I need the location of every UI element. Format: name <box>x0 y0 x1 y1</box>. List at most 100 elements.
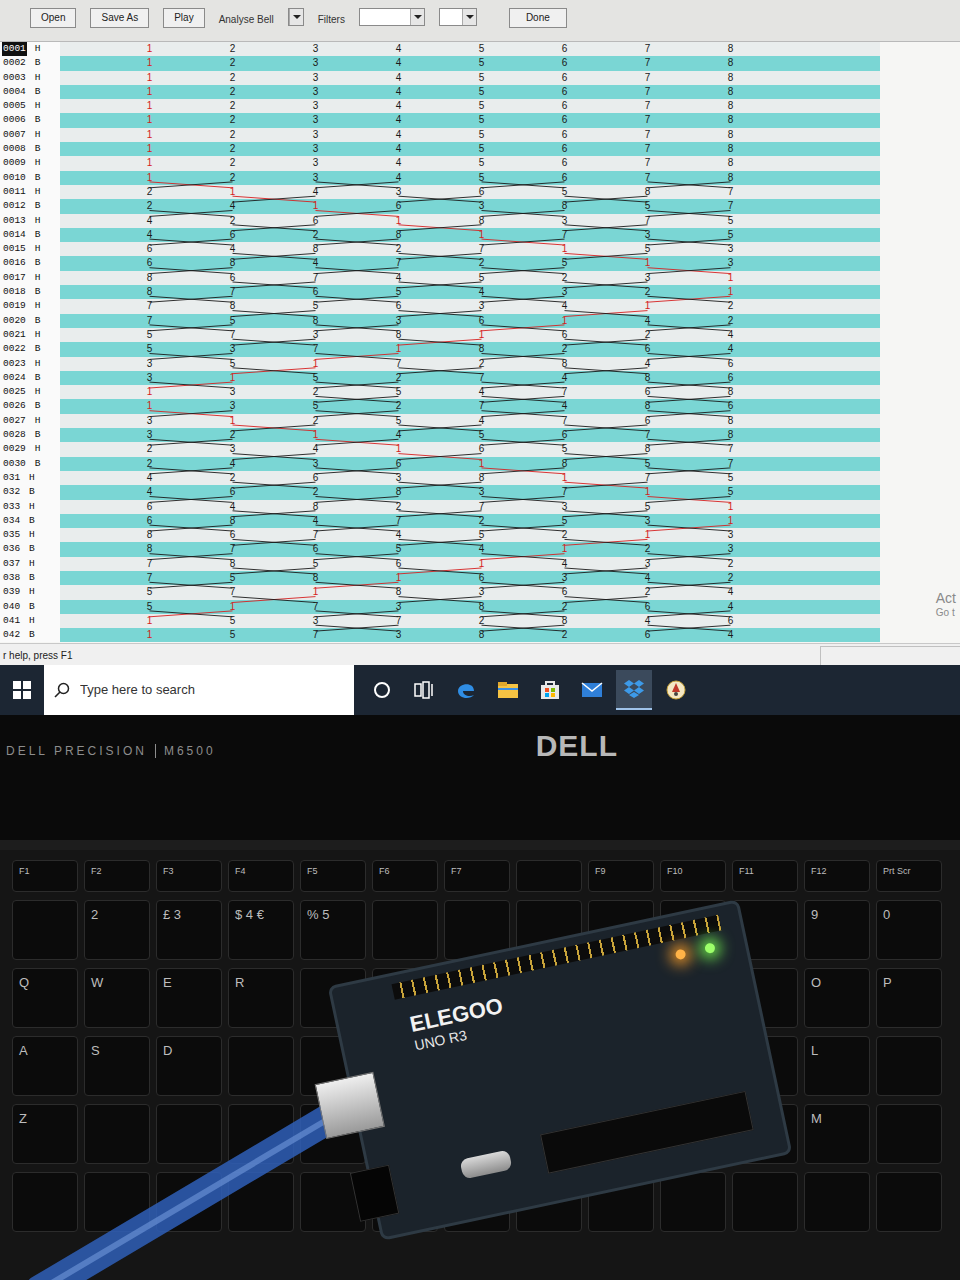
keyboard-key[interactable] <box>660 1172 726 1232</box>
row-number[interactable]: 0013 <box>2 214 27 228</box>
row-number[interactable]: 0014 <box>2 228 27 242</box>
keyboard-key[interactable] <box>372 900 438 960</box>
row-number[interactable]: 042 <box>2 628 21 642</box>
row-number[interactable]: 033 <box>2 500 21 514</box>
ring-row[interactable]: 0014B46281735 <box>0 228 960 242</box>
row-number[interactable]: 0002 <box>2 56 27 70</box>
filter-value-dropdown[interactable] <box>439 8 477 26</box>
row-number[interactable]: 032 <box>2 485 21 499</box>
row-number[interactable]: 037 <box>2 557 21 571</box>
ring-row[interactable]: 0004B12345678 <box>0 85 960 99</box>
toolbar-button[interactable]: Save As <box>90 8 149 28</box>
ring-row[interactable]: 0022B53718264 <box>0 342 960 356</box>
keyboard-key[interactable] <box>84 1104 150 1164</box>
keyboard-key[interactable]: F11 <box>732 860 798 892</box>
row-number[interactable]: 031 <box>2 471 21 485</box>
keyboard-key[interactable] <box>228 1172 294 1232</box>
row-number[interactable]: 038 <box>2 571 21 585</box>
ring-row[interactable]: 041H15372846 <box>0 614 960 628</box>
keyboard-key[interactable]: F10 <box>660 860 726 892</box>
row-number[interactable]: 0018 <box>2 285 27 299</box>
keyboard-key[interactable]: F6 <box>372 860 438 892</box>
keyboard-key[interactable]: F3 <box>156 860 222 892</box>
keyboard-key[interactable]: F1 <box>12 860 78 892</box>
row-number[interactable]: 041 <box>2 614 21 628</box>
row-number[interactable]: 034 <box>2 514 21 528</box>
ring-row[interactable]: 0003H12345678 <box>0 71 960 85</box>
ring-row[interactable]: 0030B24361857 <box>0 457 960 471</box>
keyboard-key[interactable]: R <box>228 968 294 1028</box>
ring-row[interactable]: 031H42638175 <box>0 471 960 485</box>
file-explorer-icon[interactable] <box>490 670 526 710</box>
keyboard-key[interactable] <box>804 1172 870 1232</box>
row-number[interactable]: 0007 <box>2 128 27 142</box>
ring-row[interactable]: 039H57183624 <box>0 585 960 599</box>
row-number[interactable]: 0009 <box>2 156 27 170</box>
row-number[interactable]: 0017 <box>2 271 27 285</box>
ring-row[interactable]: 0026B13527486 <box>0 399 960 413</box>
keyboard-key[interactable]: F5 <box>300 860 366 892</box>
mail-icon[interactable] <box>574 670 610 710</box>
row-number[interactable]: 0016 <box>2 256 27 270</box>
keyboard-key[interactable]: 0 <box>876 900 942 960</box>
ring-row[interactable]: 0001H12345678 <box>0 42 960 56</box>
keyboard-key[interactable] <box>84 1172 150 1232</box>
ring-row[interactable]: 0015H64827153 <box>0 242 960 256</box>
row-number[interactable]: 0010 <box>2 171 27 185</box>
keyboard-key[interactable]: Prt Scr <box>876 860 942 892</box>
keyboard-key[interactable] <box>732 1172 798 1232</box>
ring-row[interactable]: 0008B12345678 <box>0 142 960 156</box>
ring-row[interactable]: 0016B68472513 <box>0 256 960 270</box>
ring-row[interactable]: 0007H12345678 <box>0 128 960 142</box>
edge-browser-icon[interactable] <box>448 670 484 710</box>
keyboard-key[interactable] <box>876 1172 942 1232</box>
keyboard-key[interactable]: O <box>804 968 870 1028</box>
keyboard-key[interactable] <box>12 1172 78 1232</box>
row-number[interactable]: 035 <box>2 528 21 542</box>
keyboard-key[interactable]: F7 <box>444 860 510 892</box>
row-number[interactable]: 0006 <box>2 113 27 127</box>
ring-row[interactable]: 036B87654123 <box>0 542 960 556</box>
ring-row[interactable]: 0009H12345678 <box>0 156 960 170</box>
dropdown-arrow-icon[interactable] <box>289 9 303 25</box>
keyboard-key[interactable]: F12 <box>804 860 870 892</box>
dropdown-arrow-icon[interactable] <box>462 9 476 25</box>
keyboard-key[interactable]: D <box>156 1036 222 1096</box>
ring-row[interactable]: 0017H86745231 <box>0 271 960 285</box>
row-number[interactable]: 0005 <box>2 99 27 113</box>
keyboard-key[interactable]: £ 3 <box>156 900 222 960</box>
ring-row[interactable]: 037H78561432 <box>0 557 960 571</box>
row-number[interactable]: 0011 <box>2 185 27 199</box>
toolbar-button[interactable]: Open <box>30 8 76 28</box>
row-number[interactable]: 0008 <box>2 142 27 156</box>
ring-row[interactable]: 0002B12345678 <box>0 56 960 70</box>
ring-row[interactable]: 0013H42618375 <box>0 214 960 228</box>
keyboard-key[interactable] <box>228 1104 294 1164</box>
row-number[interactable]: 0001 <box>2 42 27 56</box>
keyboard-key[interactable] <box>228 1036 294 1096</box>
ring-row[interactable]: 040B51738264 <box>0 600 960 614</box>
keyboard-key[interactable]: F9 <box>588 860 654 892</box>
done-button[interactable]: Done <box>509 8 567 28</box>
row-number[interactable]: 0012 <box>2 199 27 213</box>
keyboard-key[interactable]: E <box>156 968 222 1028</box>
keyboard-key[interactable]: F2 <box>84 860 150 892</box>
ring-row[interactable]: 0023H35172846 <box>0 357 960 371</box>
row-number[interactable]: 0030 <box>2 457 27 471</box>
keyboard-key[interactable] <box>516 860 582 892</box>
ring-row[interactable]: 0020B75836142 <box>0 314 960 328</box>
ring-row[interactable]: 034B68472531 <box>0 514 960 528</box>
ring-row[interactable]: 033H64827351 <box>0 500 960 514</box>
ring-row[interactable]: 0028B32145678 <box>0 428 960 442</box>
row-number[interactable]: 0003 <box>2 71 27 85</box>
ring-row[interactable]: 038B75816342 <box>0 571 960 585</box>
ring-row[interactable]: 0005H12345678 <box>0 99 960 113</box>
ring-row[interactable]: 0029H23416587 <box>0 442 960 456</box>
ring-row[interactable]: 0006B12345678 <box>0 113 960 127</box>
row-number[interactable]: 0020 <box>2 314 27 328</box>
filter-dropdown[interactable] <box>359 8 425 26</box>
ring-row[interactable]: 0025H13254768 <box>0 385 960 399</box>
bell-app-icon[interactable] <box>658 670 694 710</box>
row-number[interactable]: 0004 <box>2 85 27 99</box>
row-number[interactable]: 0024 <box>2 371 27 385</box>
